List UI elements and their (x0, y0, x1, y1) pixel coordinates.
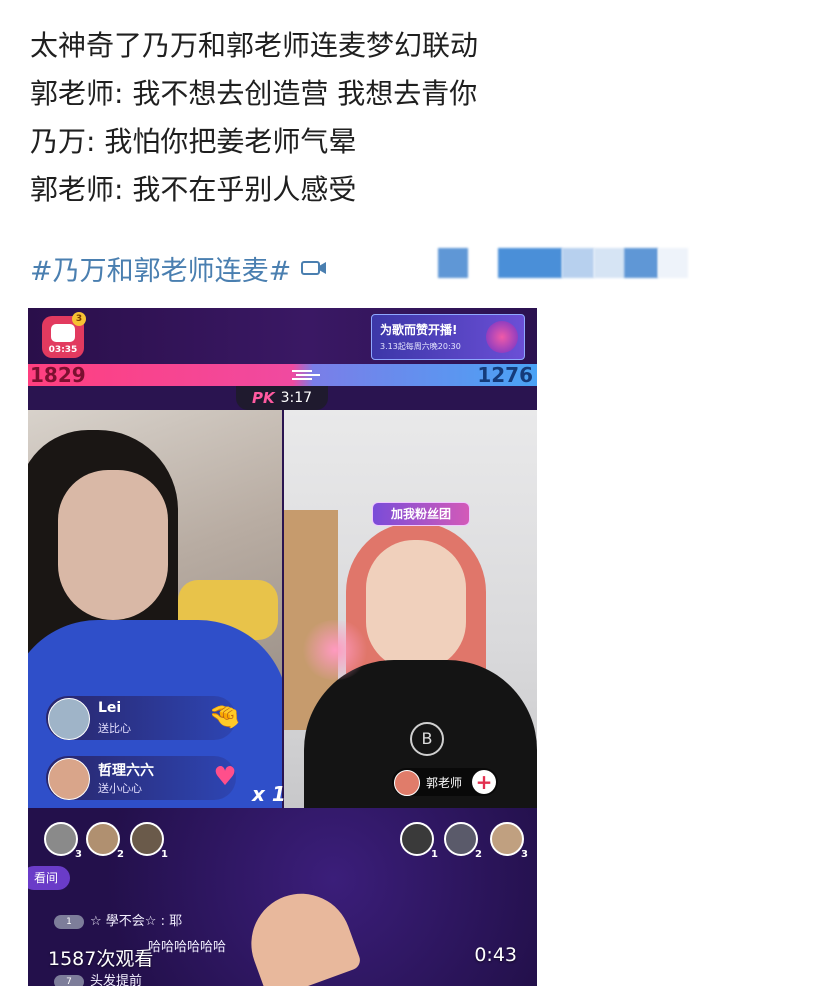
right-streamer-video: B 加我粉丝团 郭老师 + (284, 410, 537, 808)
heart-gift-icon: ♥ (213, 762, 237, 792)
gift-notification: Lei 送比心 🤏 (46, 696, 241, 740)
viewer-rank: 3 (75, 849, 82, 860)
host-name: 郭老师 (426, 775, 463, 790)
viewer-avatar[interactable]: 1 (130, 822, 168, 860)
redacted-block (658, 248, 688, 278)
follow-button[interactable]: + (472, 770, 497, 794)
viewer-rank: 2 (117, 849, 124, 860)
gift-notification: 哲理六六 送小心心 ♥ (46, 756, 237, 800)
viewer-rank: 1 (161, 849, 168, 860)
camera-icon (51, 324, 75, 342)
gift-desc: 送小心心 (98, 782, 142, 795)
record-time: 03:35 (48, 345, 78, 355)
chat-text: 头发提前 (90, 974, 143, 986)
heart-effect-icon (300, 620, 370, 680)
topic-row: #乃万和郭老师连麦# (30, 246, 327, 290)
viewer-avatar[interactable]: 1 (400, 822, 438, 860)
chat-text: 哈哈哈哈哈哈 (148, 940, 227, 955)
post-line: 郭老师: 我不想去创造营 我想去青你 (30, 77, 478, 110)
promo-banner[interactable]: 为歌而赞开播! 3.13起每周六晚20:30 (371, 314, 525, 360)
gift-sender: Lei (98, 700, 122, 716)
left-streamer-video (28, 410, 282, 808)
pk-logo: PK (251, 389, 275, 407)
chat-message: 哈哈哈哈哈哈 (148, 936, 226, 955)
pk-right-score: 1276 (477, 363, 533, 387)
redacted-block (594, 248, 624, 278)
fan-club-tag[interactable]: 加我粉丝团 (372, 502, 470, 526)
viewer-rank: 2 (475, 849, 482, 860)
host-chip[interactable]: 郭老师 + (392, 768, 499, 796)
record-badge[interactable]: 3 03:35 (42, 312, 86, 358)
chat-message: 1 ☆ 學不会☆ : 耶 (54, 910, 182, 929)
user-level-badge: 7 (54, 974, 84, 986)
pk-left-score: 1829 (30, 363, 86, 387)
post-line: 郭老师: 我不在乎别人感受 (30, 173, 357, 206)
redacted-block (438, 248, 468, 278)
streamer-face-shape (366, 540, 466, 670)
pk-score-bar: 1829 1276 (28, 364, 537, 386)
viewer-avatar[interactable]: 3 (490, 822, 528, 860)
fan-club-label: 加我粉丝团 (390, 507, 451, 521)
video-duration: 0:43 (474, 944, 517, 966)
pk-time: 3:17 (280, 390, 313, 406)
post-line: 乃万: 我怕你把姜老师气晕 (30, 125, 357, 158)
shirt-logo-icon: B (410, 722, 444, 756)
room-pill[interactable]: 看间 (28, 866, 71, 890)
streamer-face-shape (58, 470, 168, 620)
video-player[interactable]: 3 03:35 为歌而赞开播! 3.13起每周六晚20:30 1829 1276… (28, 308, 537, 986)
promo-title: 为歌而赞开播! (380, 323, 458, 337)
chat-text: ☆ 學不会☆ : 耶 (90, 914, 183, 929)
redacted-block (562, 248, 594, 278)
hand-heart-icon: 🤏 (208, 702, 242, 732)
chat-message: 7 头发提前 (54, 970, 142, 986)
live-top-bar: 3 03:35 为歌而赞开播! 3.13起每周六晚20:30 (28, 308, 537, 364)
promo-logo-icon (486, 321, 518, 353)
viewer-avatar[interactable]: 2 (86, 822, 124, 860)
post-body: 太神奇了乃万和郭老师连麦梦幻联动 郭老师: 我不想去创造营 我想去青你 乃万: … (30, 22, 790, 214)
pk-timer: PK 3:17 (236, 386, 328, 410)
gift-sender: 哲理六六 (98, 763, 154, 779)
pk-arrow-icon (292, 370, 320, 380)
promo-subtitle: 3.13起每周六晚20:30 (380, 342, 461, 351)
gift-multiplier: x 1 (252, 782, 286, 806)
viewer-rank: 3 (521, 849, 528, 860)
viewer-rank: 1 (431, 849, 438, 860)
video-icon (301, 259, 327, 277)
gift-desc: 送比心 (98, 722, 131, 735)
view-count: 1587次观看 (48, 948, 154, 970)
viewer-avatar[interactable]: 3 (44, 822, 82, 860)
viewer-avatar[interactable]: 2 (444, 822, 482, 860)
topic-link[interactable]: #乃万和郭老师连麦# (30, 249, 291, 288)
avatar (48, 758, 90, 800)
redacted-block (624, 248, 658, 278)
post-line: 太神奇了乃万和郭老师连麦梦幻联动 (30, 29, 479, 62)
host-avatar (394, 770, 420, 796)
redacted-block (498, 248, 562, 278)
user-level-badge: 1 (54, 914, 84, 929)
badge-count: 3 (72, 312, 86, 326)
avatar (48, 698, 90, 740)
